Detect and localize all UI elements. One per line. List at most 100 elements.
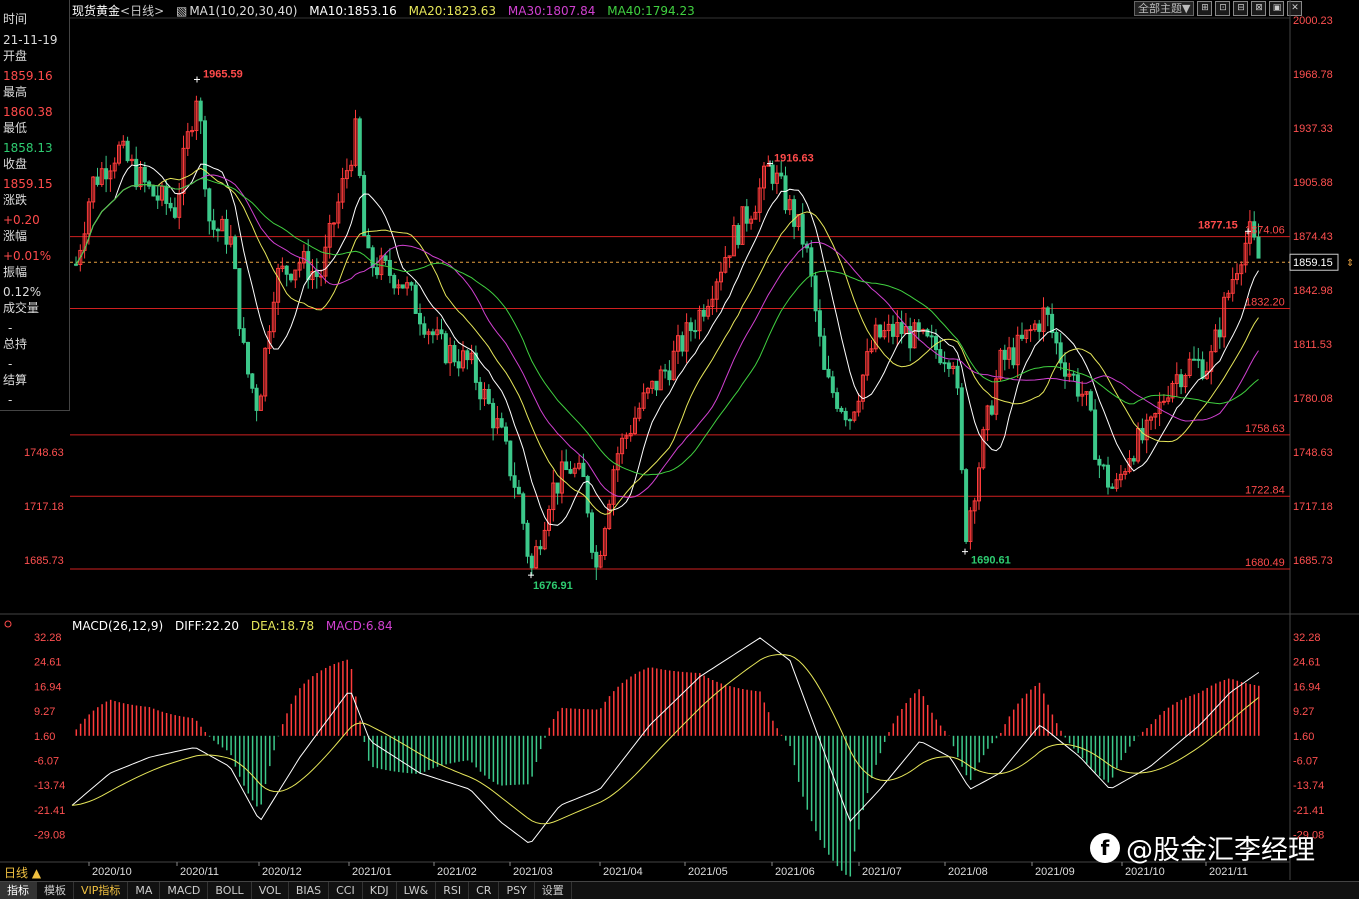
candle-down: [813, 275, 818, 312]
macd-tick-label: -21.41: [1293, 805, 1324, 817]
candle-down: [916, 322, 921, 332]
candle-down: [155, 195, 160, 201]
tab-indicator[interactable]: 指标: [0, 882, 37, 899]
candle-down: [362, 174, 367, 236]
kline-chart[interactable]: 2000.23 1968.78 1937.33 1905.88 1874.43 1842.…: [0, 0, 1359, 898]
macd-tick-label: -13.74: [1293, 780, 1324, 792]
high-1-label: 1965.59: [203, 68, 243, 80]
month-label: 2021/04: [603, 866, 643, 878]
price-tick-label: 1811.53: [1293, 339, 1332, 351]
price-tick-label: 1748.63: [1293, 447, 1333, 459]
tab-kdj[interactable]: KDJ: [363, 882, 397, 899]
tab-settings[interactable]: 设置: [535, 882, 572, 899]
tab-psy[interactable]: PSY: [499, 882, 535, 899]
macd-params: MACD(26,12,9): [72, 619, 164, 633]
candle-down: [1075, 374, 1080, 397]
candle-down: [147, 181, 152, 187]
left-price-tick-label: 1748.63: [24, 447, 64, 459]
candle-down: [95, 176, 100, 185]
tab-vol[interactable]: VOL: [252, 882, 289, 899]
candle-down: [946, 362, 951, 369]
macd-tick-label: 16.94: [1293, 681, 1321, 693]
candle-down: [370, 247, 375, 269]
macd-tick-label: 9.27: [1293, 706, 1314, 718]
candle-down: [848, 419, 852, 422]
tab-boll[interactable]: BOLL: [208, 882, 252, 899]
macd-left-tick-label: -6.07: [34, 756, 59, 768]
candle-down: [835, 392, 840, 409]
candle-down: [555, 482, 560, 494]
month-label: 2021/09: [1035, 866, 1075, 878]
candle-down: [581, 462, 586, 478]
candle-down: [375, 267, 379, 276]
candle-down: [654, 380, 659, 391]
candle-down: [142, 166, 147, 183]
candle-down: [207, 188, 212, 222]
left-price-tick-label: 1685.73: [24, 555, 64, 567]
tab-ma[interactable]: MA: [128, 882, 161, 899]
macd-dea: DEA:18.78: [250, 619, 315, 633]
macd-settings-icon[interactable]: [4, 620, 12, 628]
candle-down: [792, 199, 797, 227]
candle-down: [680, 335, 685, 352]
macd-value: MACD:6.84: [325, 619, 393, 633]
month-label: 2020/12: [262, 866, 302, 878]
candle-down: [413, 284, 418, 314]
candle-down: [800, 214, 805, 245]
candle-down: [306, 251, 311, 281]
candle-down: [473, 352, 478, 383]
price-tick-label: 1937.33: [1293, 123, 1333, 135]
left-price-tick-label: 1717.18: [24, 501, 64, 513]
candle-down: [878, 324, 883, 338]
candle-down: [289, 273, 293, 281]
candle-down: [809, 247, 814, 277]
candle-down: [422, 323, 427, 335]
candle-down: [392, 274, 397, 289]
recent-high-label: 1877.15: [1198, 219, 1238, 231]
candle-down: [525, 522, 530, 557]
candle-down: [215, 228, 220, 232]
candle-down: [964, 469, 969, 542]
candle-up: [1028, 329, 1033, 332]
tab-macd[interactable]: MACD: [160, 882, 209, 899]
price-tick-label: 1685.73: [1293, 555, 1333, 567]
candle-down: [770, 164, 775, 184]
candle-down: [955, 365, 960, 389]
level-label: 1680.49: [1245, 557, 1285, 569]
tab-lw[interactable]: LW&: [397, 882, 437, 899]
candle-down: [151, 185, 156, 197]
macd-tick-label: -6.07: [1293, 756, 1318, 768]
tab-cci[interactable]: CCI: [329, 882, 363, 899]
level-label: 1832.20: [1245, 297, 1285, 309]
month-label: 2021/10: [1125, 866, 1165, 878]
price-tick-label: 2000.23: [1293, 15, 1333, 27]
candle-down: [134, 158, 139, 188]
candle-down: [693, 330, 698, 333]
candle-down: [817, 310, 822, 337]
candle-down: [465, 350, 470, 361]
candle-down: [211, 220, 216, 230]
tab-bias[interactable]: BIAS: [289, 882, 330, 899]
price-tick-label: 1780.08: [1293, 393, 1333, 405]
macd-tick-label: 32.28: [1293, 632, 1321, 644]
candle-down: [663, 369, 668, 372]
watermark-text: @股金汇李经理: [1126, 835, 1315, 866]
month-label: 2020/11: [180, 866, 219, 878]
price-tick-label: 1905.88: [1293, 177, 1333, 189]
candle-down: [508, 440, 513, 477]
month-label: 2021/06: [775, 866, 815, 878]
tab-template[interactable]: 模板: [37, 882, 74, 899]
tab-rsi[interactable]: RSI: [436, 882, 470, 899]
candle-down: [400, 284, 405, 289]
month-label: 2021/11: [1209, 866, 1248, 878]
candle-down: [246, 341, 250, 375]
period-button[interactable]: 日线 ▲: [4, 864, 41, 881]
candle-down: [430, 331, 435, 336]
candle-down: [822, 335, 827, 370]
candle-down: [504, 426, 508, 442]
candle-down: [439, 329, 444, 335]
candle-down: [383, 255, 388, 261]
tab-cr[interactable]: CR: [469, 882, 500, 899]
tab-vip-indicator[interactable]: VIP指标: [74, 882, 129, 899]
candle-down: [736, 225, 741, 245]
